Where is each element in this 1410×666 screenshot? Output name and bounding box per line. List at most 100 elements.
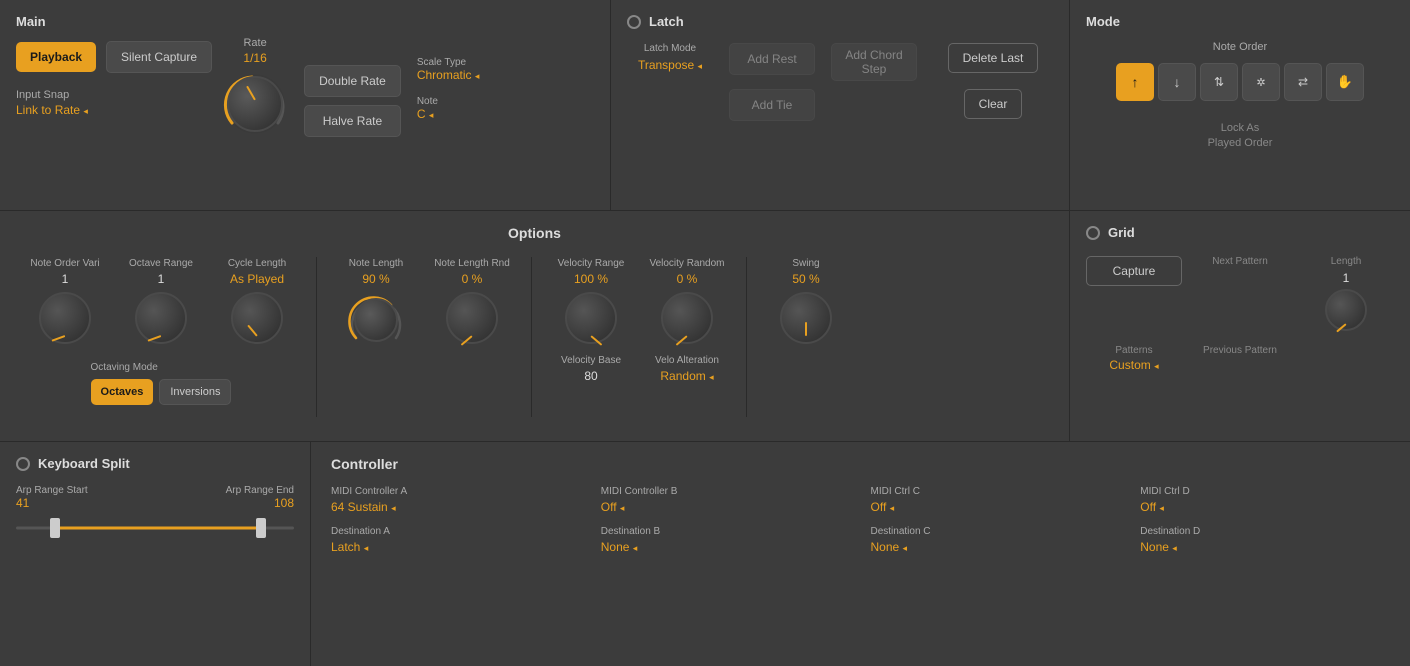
cycle-length-cell: Cycle Length As Played [212, 257, 302, 344]
dest-a-value[interactable]: Latch ◂ [331, 540, 581, 554]
patterns-label: Patterns [1115, 345, 1152, 356]
length-cell: Length 1 [1298, 256, 1394, 331]
note-length-label: Note Length [349, 257, 404, 270]
double-rate-button[interactable]: Double Rate [304, 65, 401, 97]
middle-row: Options Note Order Vari 1 Octave Range 1… [0, 211, 1410, 441]
note-order-updown-btn[interactable]: ⇅ [1200, 63, 1238, 101]
playback-button[interactable]: Playback [16, 42, 96, 72]
options-panel: Options Note Order Vari 1 Octave Range 1… [0, 211, 1069, 441]
scale-type-label: Scale Type [417, 57, 480, 68]
note-order-up-btn[interactable]: ↑ [1116, 63, 1154, 101]
slider-thumb-start[interactable] [50, 518, 60, 538]
velocity-random-knob[interactable] [661, 292, 713, 344]
midi-ctrl-a-value[interactable]: 64 Sustain ◂ [331, 500, 581, 514]
swing-knob[interactable] [780, 292, 832, 344]
velocity-range-knob[interactable] [565, 292, 617, 344]
latch-title: Latch [649, 14, 684, 29]
dest-b-value[interactable]: None ◂ [601, 540, 851, 554]
note-value[interactable]: C ◂ [417, 107, 480, 121]
dest-b-label: Destination B [601, 526, 851, 537]
keyboard-split-power-icon[interactable] [16, 457, 30, 471]
midi-ctrl-c-cell: MIDI Ctrl C Off ◂ [871, 486, 1121, 514]
main-container: Main Playback Silent Capture Input Snap … [0, 0, 1410, 666]
note-length-rnd-label: Note Length Rnd [434, 257, 510, 270]
note-order-label: Note Order [1086, 41, 1394, 53]
top-row: Main Playback Silent Capture Input Snap … [0, 0, 1410, 210]
note-order-hand-btn[interactable]: ✋ [1326, 63, 1364, 101]
midi-ctrl-a-cell: MIDI Controller A 64 Sustain ◂ [331, 486, 581, 514]
next-pattern-cell: Next Pattern [1192, 256, 1288, 267]
add-tie-button[interactable]: Add Tie [729, 89, 815, 121]
octaves-button[interactable]: Octaves [91, 379, 154, 405]
midi-ctrl-d-value[interactable]: Off ◂ [1140, 500, 1390, 514]
arp-range-start-label: Arp Range Start [16, 485, 88, 496]
next-pattern-label: Next Pattern [1212, 256, 1268, 267]
delete-last-cell: Delete Last [933, 43, 1053, 73]
note-length-rnd-value: 0 % [462, 272, 483, 286]
dest-d-value[interactable]: None ◂ [1140, 540, 1390, 554]
lock-played-label: Lock AsPlayed Order [1086, 121, 1394, 152]
add-chord-step-cell: Add Chord Step [831, 43, 917, 81]
length-knob[interactable] [1325, 289, 1367, 331]
midi-ctrl-c-value[interactable]: Off ◂ [871, 500, 1121, 514]
note-order-vari-value: 1 [62, 272, 69, 286]
patterns-value[interactable]: Custom ◂ [1109, 358, 1158, 372]
keyboard-split-panel: Keyboard Split Arp Range Start 41 Arp Ra… [0, 442, 310, 666]
octave-range-knob[interactable] [135, 292, 187, 344]
note-length-value: 90 % [362, 272, 389, 286]
midi-ctrl-b-value[interactable]: Off ◂ [601, 500, 851, 514]
capture-cell: Capture [1086, 256, 1182, 286]
silent-capture-button[interactable]: Silent Capture [106, 41, 212, 73]
rate-value: 1/16 [243, 51, 266, 65]
previous-pattern-label: Previous Pattern [1203, 345, 1277, 356]
octaving-mode-label: Octaving Mode [91, 362, 232, 373]
note-order-down-btn[interactable]: ↓ [1158, 63, 1196, 101]
arp-range-start-cell: Arp Range Start 41 [16, 485, 88, 510]
dest-c-value[interactable]: None ◂ [871, 540, 1121, 554]
mode-panel: Mode Note Order ↑ ↓ ⇅ ✲ ⇄ ✋ Lock AsPlaye… [1070, 0, 1410, 210]
input-snap-value[interactable]: Link to Rate ◂ [16, 103, 212, 117]
cycle-length-knob[interactable] [231, 292, 283, 344]
note-order-random-btn[interactable]: ⇄ [1284, 63, 1322, 101]
arp-range-end-value: 108 [226, 496, 294, 510]
grid-power-icon[interactable] [1086, 226, 1100, 240]
bottom-row: Keyboard Split Arp Range Start 41 Arp Ra… [0, 442, 1410, 666]
main-panel: Main Playback Silent Capture Input Snap … [0, 0, 610, 210]
velocity-random-label: Velocity Random [649, 257, 724, 270]
midi-ctrl-d-cell: MIDI Ctrl D Off ◂ [1140, 486, 1390, 514]
note-length-rnd-knob[interactable] [446, 292, 498, 344]
input-snap-label: Input Snap [16, 89, 212, 101]
dest-b-cell: Destination B None ◂ [601, 526, 851, 554]
slider-thumb-end[interactable] [256, 518, 266, 538]
clear-button[interactable]: Clear [964, 89, 1023, 119]
delete-last-button[interactable]: Delete Last [948, 43, 1039, 73]
latch-panel: Latch Latch Mode Transpose ◂ Add Rest Ad… [611, 0, 1069, 210]
note-order-star-btn[interactable]: ✲ [1242, 63, 1280, 101]
add-chord-step-button[interactable]: Add Chord Step [831, 43, 917, 81]
note-length-knob[interactable] [354, 298, 398, 342]
length-label: Length [1331, 256, 1362, 267]
note-order-vari-knob[interactable] [39, 292, 91, 344]
midi-ctrl-a-label: MIDI Controller A [331, 486, 581, 497]
latch-mode-label: Latch Mode [644, 43, 696, 54]
note-length-cell: Note Length 90 % [331, 257, 421, 348]
latch-mode-cell: Latch Mode Transpose ◂ [627, 43, 713, 72]
inversions-button[interactable]: Inversions [159, 379, 231, 405]
grid-panel: Grid Capture Next Pattern Length 1 [1070, 211, 1410, 441]
velocity-range-cell: Velocity Range 100 % Velocity Base 80 [546, 257, 636, 389]
latch-mode-value[interactable]: Transpose ◂ [638, 58, 702, 72]
add-rest-cell: Add Rest [729, 43, 815, 75]
capture-button[interactable]: Capture [1086, 256, 1182, 286]
velocity-range-label: Velocity Range [558, 257, 625, 270]
halve-rate-button[interactable]: Halve Rate [304, 105, 401, 137]
grid-title-row: Grid [1086, 225, 1394, 240]
scale-type-value[interactable]: Chromatic ◂ [417, 68, 480, 82]
options-title: Options [20, 225, 1049, 241]
kb-title-row: Keyboard Split [16, 456, 294, 471]
controller-panel: Controller MIDI Controller A 64 Sustain … [311, 442, 1410, 666]
rate-knob[interactable] [227, 76, 283, 132]
velo-alteration-value[interactable]: Random ◂ [655, 369, 719, 383]
latch-power-icon[interactable] [627, 15, 641, 29]
add-rest-button[interactable]: Add Rest [729, 43, 815, 75]
patterns-cell: Patterns Custom ◂ [1086, 345, 1182, 372]
